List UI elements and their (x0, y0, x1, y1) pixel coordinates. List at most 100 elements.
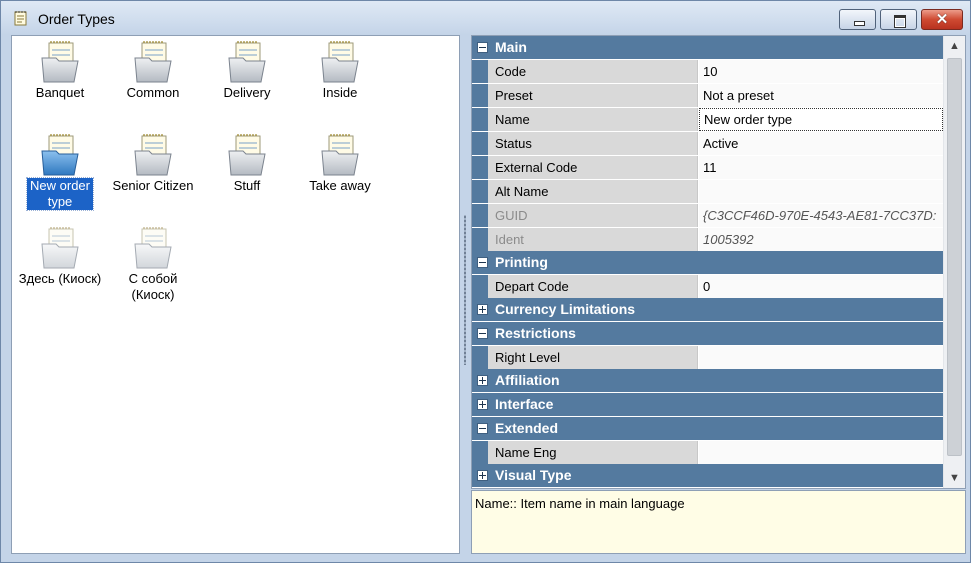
property-value[interactable] (699, 346, 943, 369)
order-type-item-banquet[interactable]: Banquet (14, 40, 106, 101)
category-label: Printing (495, 254, 548, 270)
collapse-icon[interactable] (477, 42, 488, 53)
category-restrictions[interactable]: Restrictions (472, 322, 943, 345)
property-name: GUID (488, 204, 698, 227)
expand-icon[interactable] (477, 470, 488, 481)
category-label: Currency Limitations (495, 301, 636, 317)
order-type-label: Common (126, 85, 180, 100)
minimize-button[interactable] (839, 9, 876, 30)
row-gutter (472, 84, 488, 107)
order-type-label: Inside (322, 85, 358, 100)
scroll-down-icon[interactable]: ▼ (944, 468, 965, 488)
category-visual-type[interactable]: Visual Type (472, 464, 943, 487)
collapse-icon[interactable] (477, 423, 488, 434)
property-value[interactable] (699, 441, 943, 464)
order-type-item-take-away[interactable]: Take away (294, 133, 386, 194)
collapse-icon[interactable] (477, 257, 488, 268)
minimize-icon (840, 10, 875, 29)
folder-icon (320, 40, 360, 84)
order-type-item-senior-citizen[interactable]: Senior Citizen (107, 133, 199, 194)
property-row-ident[interactable]: Ident 1005392 (472, 228, 943, 251)
property-row-alt-name[interactable]: Alt Name (472, 180, 943, 203)
property-row-code[interactable]: Code 10 (472, 60, 943, 83)
category-label: Extended (495, 420, 559, 436)
maximize-button[interactable] (880, 9, 917, 30)
property-name: Name Eng (488, 441, 698, 464)
property-name: Ident (488, 228, 698, 251)
property-value[interactable]: 0 (699, 275, 943, 298)
notepad-icon (14, 11, 27, 26)
maximize-icon (881, 10, 916, 29)
category-label: Main (495, 39, 527, 55)
property-value[interactable]: 11 (699, 156, 943, 179)
category-label: Restrictions (495, 325, 576, 341)
row-gutter (472, 346, 488, 369)
folder-icon (40, 133, 80, 177)
row-gutter (472, 108, 488, 131)
category-interface[interactable]: Interface (472, 393, 943, 416)
expand-icon[interactable] (477, 399, 488, 410)
order-type-label: С собой (Киоск) (128, 271, 178, 302)
order-types-list[interactable]: Banquet Common Delivery Inside New order… (11, 35, 460, 554)
category-currency-limitations[interactable]: Currency Limitations (472, 298, 943, 321)
property-row-right-level[interactable]: Right Level (472, 346, 943, 369)
property-value[interactable]: Active (699, 132, 943, 155)
folder-icon (40, 40, 80, 84)
order-type-item-stuff[interactable]: Stuff (201, 133, 293, 194)
name-value-field[interactable]: New order type (699, 108, 943, 131)
close-icon: ✕ (935, 11, 949, 28)
property-row-depart-code[interactable]: Depart Code 0 (472, 275, 943, 298)
property-value[interactable]: Not a preset (699, 84, 943, 107)
property-row-name-eng[interactable]: Name Eng (472, 441, 943, 464)
folder-icon (320, 133, 360, 177)
order-type-item-zdes-kiosk[interactable]: Здесь (Киоск) (14, 226, 106, 287)
property-name: Preset (488, 84, 698, 107)
order-type-label: Stuff (233, 178, 261, 193)
property-description: Name:: Item name in main language (471, 490, 966, 554)
property-row-guid[interactable]: GUID {C3CCF46D-970E-4543-AE81-7CC37D: (472, 204, 943, 227)
scrollbar-thumb[interactable] (947, 58, 962, 456)
row-gutter (472, 156, 488, 179)
category-main[interactable]: Main (472, 36, 943, 59)
property-name: External Code (488, 156, 698, 179)
folder-icon (133, 226, 173, 270)
property-grid-scrollbar[interactable]: ▲ ▼ (943, 36, 965, 488)
category-printing[interactable]: Printing (472, 251, 943, 274)
collapse-icon[interactable] (477, 328, 488, 339)
order-type-item-inside[interactable]: Inside (294, 40, 386, 101)
order-type-item-s-soboy-kiosk[interactable]: С собой (Киоск) (107, 226, 199, 303)
category-label: Visual Type (495, 467, 572, 483)
category-label: Affiliation (495, 372, 560, 388)
order-type-item-new-order-type[interactable]: New order type (14, 133, 106, 211)
property-name: Name (488, 108, 698, 131)
order-type-label: Delivery (223, 85, 271, 100)
folder-icon (227, 133, 267, 177)
folder-icon (227, 40, 267, 84)
property-value[interactable] (699, 180, 943, 203)
category-affiliation[interactable]: Affiliation (472, 369, 943, 392)
pane-splitter[interactable] (460, 35, 471, 554)
property-row-external-code[interactable]: External Code 11 (472, 156, 943, 179)
order-type-item-common[interactable]: Common (107, 40, 199, 101)
close-button[interactable]: ✕ (921, 9, 963, 30)
order-type-label: Здесь (Киоск) (18, 271, 102, 286)
order-type-label: Take away (309, 178, 371, 193)
category-extended[interactable]: Extended (472, 417, 943, 440)
property-grid[interactable]: Main Code 10 Preset Not a preset Name Ne… (471, 35, 966, 489)
folder-icon (40, 226, 80, 270)
expand-icon[interactable] (477, 304, 488, 315)
expand-icon[interactable] (477, 375, 488, 386)
folder-icon (133, 133, 173, 177)
folder-icon (133, 40, 173, 84)
order-type-label: New order type (26, 177, 94, 211)
order-type-label: Senior Citizen (112, 178, 194, 193)
property-value: 1005392 (699, 228, 943, 251)
property-value[interactable]: 10 (699, 60, 943, 83)
property-row-status[interactable]: Status Active (472, 132, 943, 155)
property-row-preset[interactable]: Preset Not a preset (472, 84, 943, 107)
row-gutter (472, 132, 488, 155)
scroll-up-icon[interactable]: ▲ (944, 36, 965, 56)
title-bar[interactable]: Order Types ✕ (1, 1, 970, 35)
order-type-item-delivery[interactable]: Delivery (201, 40, 293, 101)
property-row-name[interactable]: Name New order type (472, 108, 943, 131)
